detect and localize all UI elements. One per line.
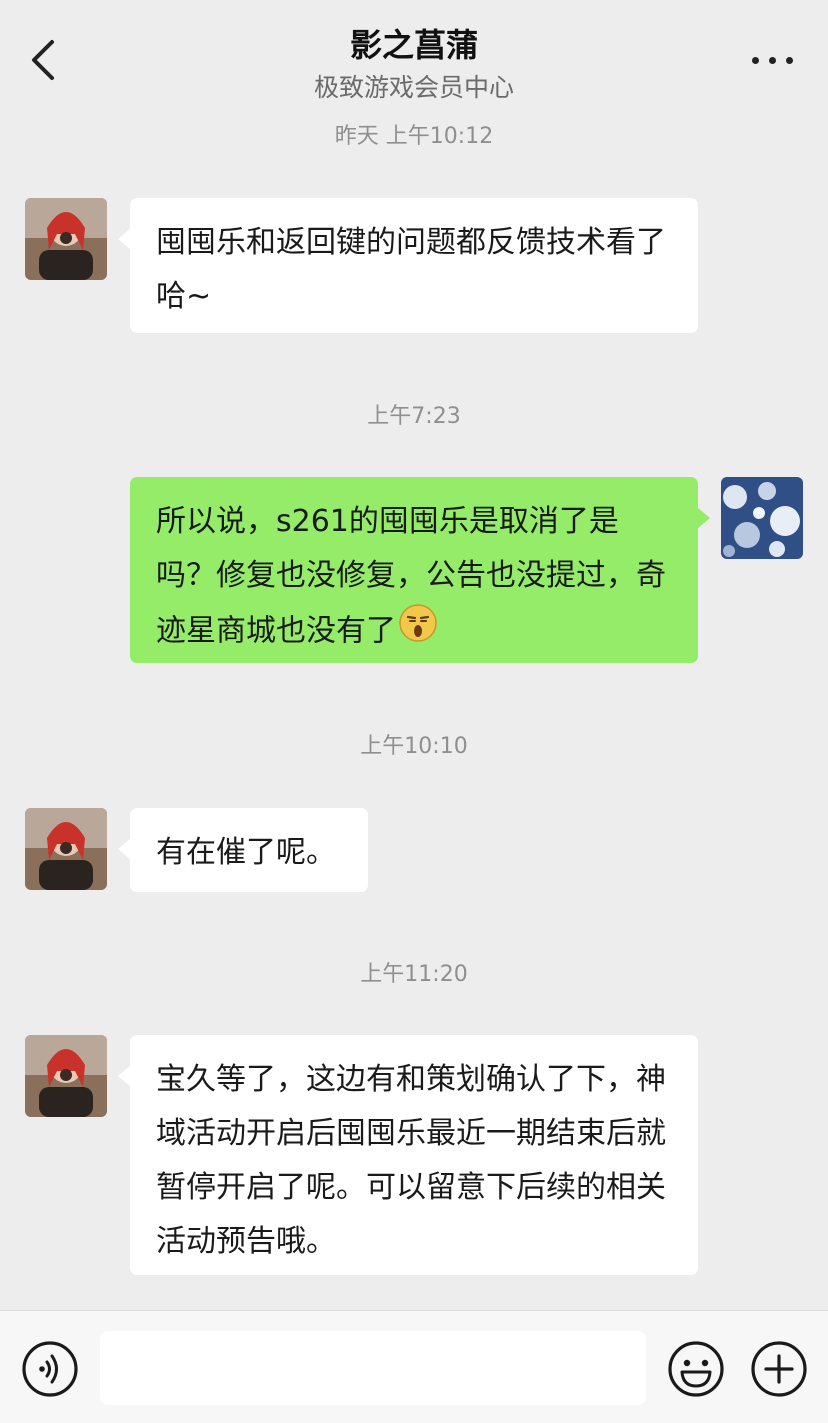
service-avatar[interactable]	[25, 1035, 107, 1117]
more-options-button[interactable]	[748, 46, 798, 76]
chat-header: 影之菖蒲 极致游戏会员中心	[0, 0, 828, 112]
chat-subtitle: 极致游戏会员中心	[313, 73, 514, 102]
message-bubble-incoming: 囤囤乐和返回键的问题都反馈技术看了哈~	[118, 198, 698, 333]
message-bubble-incoming: 有在催了呢。	[118, 808, 368, 892]
voice-icon	[22, 1341, 78, 1397]
message-timestamp: 上午10:10	[360, 734, 468, 759]
message-timestamp: 昨天 上午10:12	[334, 124, 494, 149]
message-timestamp: 上午7:23	[367, 404, 461, 429]
more-functions-button[interactable]	[750, 1340, 808, 1398]
message-bubble-outgoing: 所以说，s261的囤囤乐是取消了是吗？修复也没修复，公告也没提过，奇迹星商城也没…	[130, 477, 710, 663]
service-avatar[interactable]	[25, 808, 107, 890]
voice-input-button[interactable]	[21, 1340, 79, 1398]
message-timestamp: 上午11:20	[360, 962, 468, 987]
chat-input-bar	[0, 1310, 828, 1423]
chat-title: 影之菖蒲	[349, 26, 478, 64]
service-avatar[interactable]	[25, 198, 107, 280]
message-bubble-incoming: 宝久等了，这边有和策划确认了下，神域活动开启后囤囤乐最近一期结束后就暂停开启了呢…	[118, 1035, 698, 1275]
message-input[interactable]	[100, 1331, 646, 1405]
emoji-icon	[668, 1341, 724, 1397]
shocked-face-emoji-icon	[398, 603, 438, 661]
my-avatar[interactable]	[721, 477, 803, 559]
emoji-button[interactable]	[667, 1340, 725, 1398]
plus-icon	[751, 1341, 807, 1397]
